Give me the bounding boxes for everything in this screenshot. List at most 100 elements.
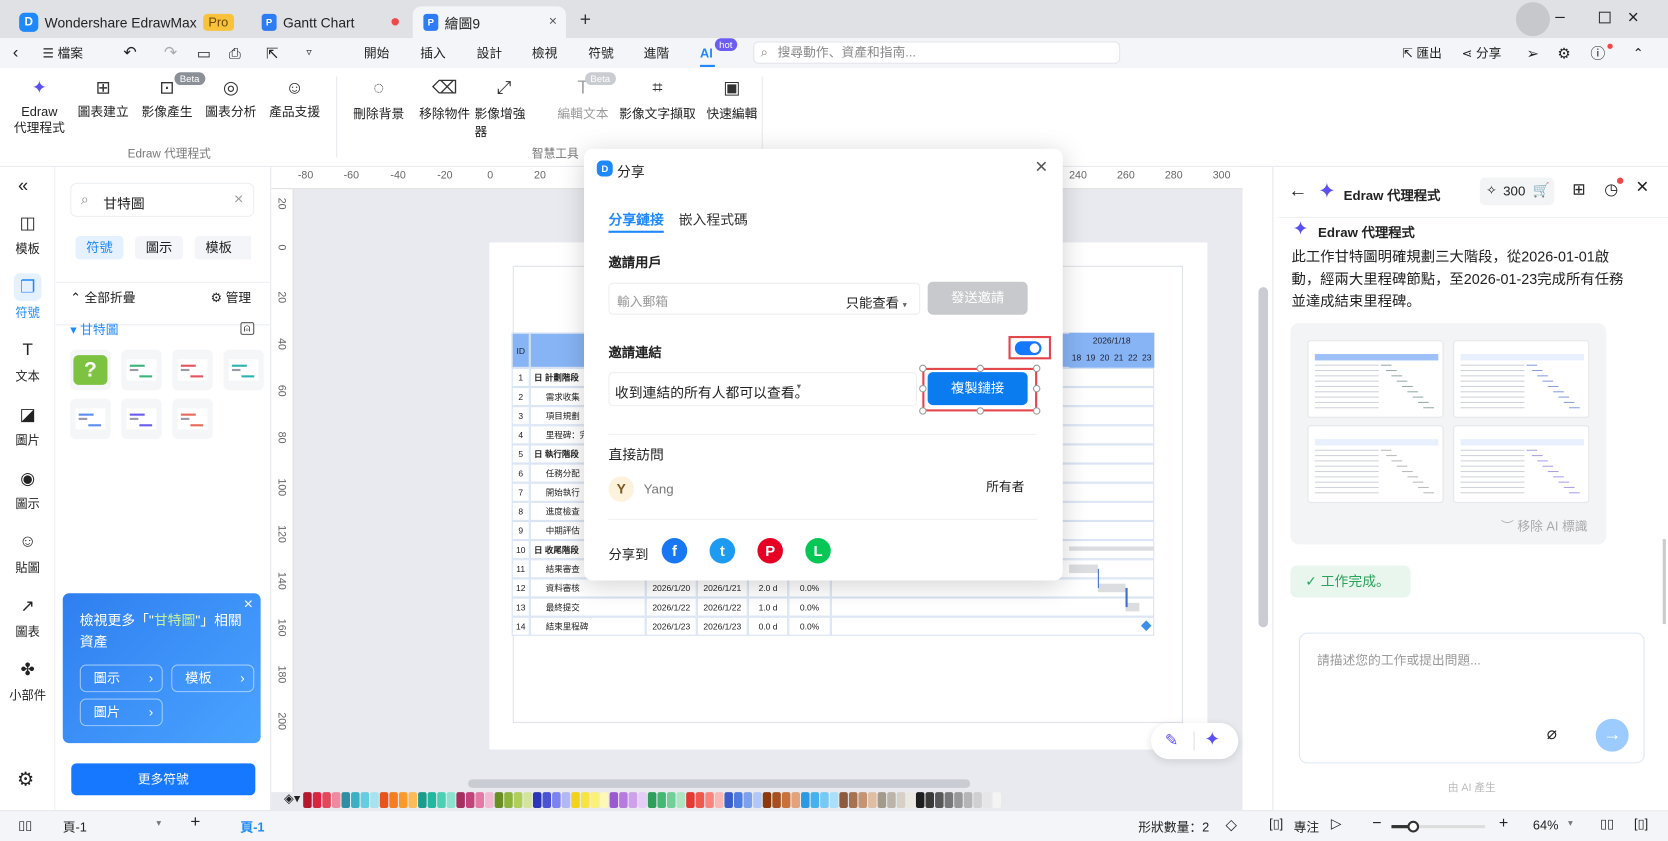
color-swatch[interactable] [619,792,628,809]
fit-page-icon[interactable]: [▯] [1634,817,1648,832]
menu-0[interactable]: 開始 [364,38,390,68]
tab-share-link[interactable]: 分享鏈接 [608,208,664,233]
permission-dropdown[interactable]: 只能查看 ▾ [846,291,907,311]
color-swatch[interactable] [599,792,609,809]
ribbon-item-0[interactable]: ✦ Edraw 代理程式 [9,77,71,137]
focus-button[interactable]: 專注 [1294,818,1320,836]
ribbon-item-2[interactable]: ⊡ 影像產生 Beta [140,72,205,121]
export-button[interactable]: ⇱ 匯出 [1402,38,1442,68]
add-page-button[interactable]: + [190,813,200,832]
line-icon[interactable]: L [805,537,831,564]
rail-item-7[interactable]: ✤ 小部件 [0,656,55,704]
gantt-symbol-4[interactable] [70,398,111,440]
ribbon-tool-5[interactable]: ▣ 快速編輯 [702,77,762,123]
color-swatch[interactable] [504,792,513,809]
gantt-bar[interactable] [1069,564,1098,574]
color-swatch[interactable] [839,792,848,809]
color-swatch[interactable] [954,792,963,809]
promo-images-button[interactable]: 圖片 › [79,698,163,727]
page-selector[interactable]: 頁-1 [63,818,87,836]
color-swatch[interactable] [705,792,714,809]
credits-pill[interactable]: ✧ 300 🛒 [1479,177,1555,206]
color-swatch[interactable] [982,792,992,809]
color-swatch[interactable] [379,792,389,809]
color-swatch[interactable] [848,792,858,809]
ribbon-tool-4[interactable]: ⌗ 影像文字擷取 [617,77,698,123]
new-chat-icon[interactable]: ⊞ [1572,180,1585,199]
sparkle-icon[interactable]: ✦ [1204,728,1220,750]
color-swatch[interactable] [734,792,743,809]
color-swatch[interactable] [609,792,619,809]
color-swatch[interactable] [370,792,379,809]
gantt-thumbnail[interactable] [1307,340,1444,418]
close-window-icon[interactable]: × [1628,6,1639,28]
color-swatch[interactable] [963,792,973,809]
send-invite-button[interactable]: 發送邀請 [927,281,1028,315]
color-swatch[interactable] [791,792,800,809]
gantt-symbol-5[interactable] [121,398,162,440]
gantt-thumbnail[interactable] [1453,425,1590,503]
color-swatch[interactable] [427,792,437,809]
tab-drawing9[interactable]: P 繪圖9 × [412,6,566,39]
chip-icons[interactable]: 圖示 [135,236,183,260]
color-swatch[interactable] [351,792,360,809]
panel-scrollbar[interactable] [1662,539,1666,625]
gantt-symbol-2[interactable] [172,349,213,391]
color-swatch[interactable] [322,792,331,809]
color-swatch[interactable] [925,792,935,809]
color-swatch[interactable] [868,792,877,809]
settings-gear-icon[interactable]: ⚙ [17,769,34,791]
play-icon[interactable]: ▷ [1331,815,1342,832]
color-swatch[interactable] [331,792,341,809]
color-swatch[interactable] [820,792,829,809]
color-swatch[interactable] [772,792,781,809]
more-symbols-button[interactable]: 更多符號 [71,763,256,796]
color-swatch[interactable] [446,792,456,809]
back-arrow-icon[interactable]: ← [1288,180,1307,202]
back-icon[interactable]: ‹ [13,38,19,68]
ribbon-tool-2[interactable]: ⤢ 影像增強器 [474,77,534,141]
rail-item-5[interactable]: ☺ 貼圖 [0,528,55,576]
horizontal-scrollbar[interactable] [468,779,971,788]
email-input[interactable]: 輸入郵箱 只能查看 ▾ [608,282,921,315]
color-swatch[interactable] [341,792,350,809]
menu-4[interactable]: 符號 [588,38,614,68]
close-dialog-icon[interactable]: × [1035,155,1047,179]
help-icon[interactable]: ⓘ [1590,38,1605,68]
tab-embed-code[interactable]: 嵌入程式碼 [679,208,748,228]
layers-icon[interactable]: ◇ [1225,815,1236,833]
color-swatch[interactable] [303,792,312,809]
color-swatch[interactable] [647,792,657,809]
color-swatch[interactable] [561,792,571,809]
fill-bucket-icon[interactable]: ◈▾ [284,791,300,806]
rail-item-2[interactable]: T 文本 [0,337,55,385]
undo-icon[interactable]: ↶ [123,38,136,68]
close-tab-icon[interactable]: × [549,13,557,29]
redo-icon[interactable]: ↷ [164,38,177,68]
zoom-dropdown-icon[interactable]: ▾ [1568,818,1573,830]
ribbon-tool-3[interactable]: T 編輯文本 Beta [553,72,616,123]
ribbon-item-3[interactable]: ◎ 圖表分析 [204,77,257,121]
history-icon[interactable]: ◷ [1604,180,1618,199]
clear-search-icon[interactable]: × [234,190,243,208]
color-swatch[interactable] [465,792,475,809]
color-swatch[interactable] [532,792,542,809]
attach-icon[interactable]: ⌀ [1547,723,1557,744]
manage-button[interactable]: ⚙ 管理 [211,282,252,314]
color-swatch[interactable] [657,792,666,809]
color-swatch[interactable] [992,792,1002,809]
symbol-help[interactable]: ? [70,349,111,391]
minimize-icon[interactable]: – [1555,7,1564,26]
rail-item-4[interactable]: ◉ 圖示 [0,465,55,513]
color-swatch[interactable] [475,792,485,809]
rail-item-1[interactable]: ❐ 符號 [0,273,55,321]
pinterest-icon[interactable]: P [757,537,783,564]
color-swatch[interactable] [456,792,465,809]
menu-1[interactable]: 插入 [420,38,446,68]
color-swatch[interactable] [753,792,762,809]
collapse-all-button[interactable]: ⌃ 全部折疊 [70,282,135,314]
color-swatch[interactable] [389,792,398,809]
color-swatch[interactable] [915,792,925,809]
category-gantt[interactable]: ▾ 甘特圖 [70,321,118,338]
collapse-ribbon-icon[interactable]: ⌃ [1633,38,1644,68]
